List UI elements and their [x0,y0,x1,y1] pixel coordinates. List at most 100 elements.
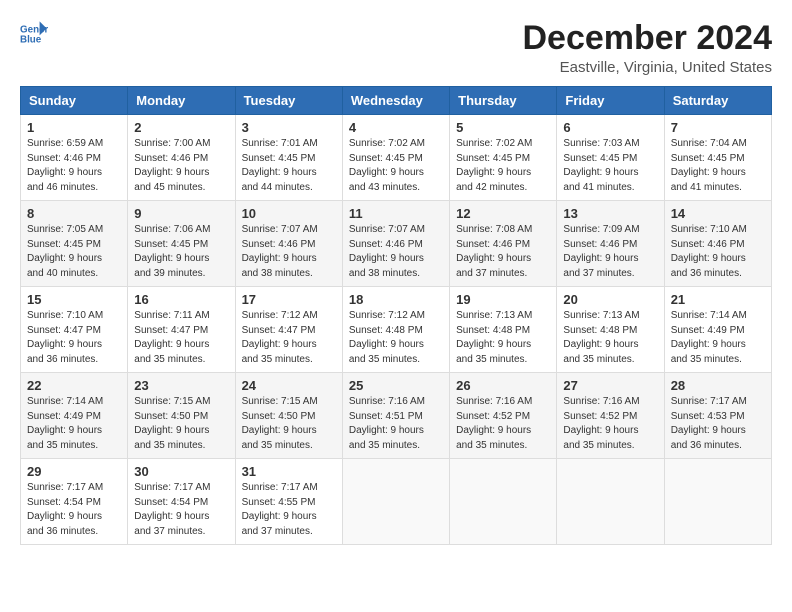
page-title: December 2024 [522,20,772,57]
day-number: 2 [134,120,228,135]
day-info: Sunrise: 7:14 AMSunset: 4:49 PMDaylight:… [671,309,765,367]
day-info: Sunrise: 6:59 AMSunset: 4:46 PMDaylight:… [27,137,121,195]
header-thursday: Thursday [450,87,557,115]
calendar-cell: 13 Sunrise: 7:09 AMSunset: 4:46 PMDayligh… [557,201,664,287]
day-info: Sunrise: 7:13 AMSunset: 4:48 PMDaylight:… [563,309,657,367]
calendar-cell: 17 Sunrise: 7:12 AMSunset: 4:47 PMDayligh… [235,287,342,373]
day-number: 30 [134,464,228,479]
header-tuesday: Tuesday [235,87,342,115]
day-number: 17 [242,292,336,307]
calendar-cell [342,459,449,545]
calendar-header-row: SundayMondayTuesdayWednesdayThursdayFrid… [21,87,772,115]
calendar-cell: 1Sunrise: 6:59 AMSunset: 4:46 PMDaylight… [21,115,128,201]
day-number: 19 [456,292,550,307]
day-info: Sunrise: 7:16 AMSunset: 4:52 PMDaylight:… [456,395,550,453]
calendar-cell: 22 Sunrise: 7:14 AMSunset: 4:49 PMDayligh… [21,373,128,459]
day-info: Sunrise: 7:04 AMSunset: 4:45 PMDaylight:… [671,137,765,195]
title-section: December 2024 Eastville, Virginia, Unite… [522,20,772,76]
day-info: Sunrise: 7:01 AMSunset: 4:45 PMDaylight:… [242,137,336,195]
calendar-cell: 27Sunrise: 7:16 AMSunset: 4:52 PMDayligh… [557,373,664,459]
day-number: 16 [134,292,228,307]
day-number: 20 [563,292,657,307]
day-info: Sunrise: 7:02 AMSunset: 4:45 PMDaylight:… [349,137,443,195]
day-info: Sunrise: 7:16 AMSunset: 4:51 PMDaylight:… [349,395,443,453]
calendar-cell: 20 Sunrise: 7:13 AMSunset: 4:48 PMDayligh… [557,287,664,373]
day-info: Sunrise: 7:09 AMSunset: 4:46 PMDaylight:… [563,223,657,281]
logo-icon: General Blue [20,20,48,48]
day-number: 7 [671,120,765,135]
calendar-cell: 7 Sunrise: 7:04 AMSunset: 4:45 PMDaylight… [664,115,771,201]
day-number: 8 [27,206,121,221]
calendar-cell: 23 Sunrise: 7:15 AMSunset: 4:50 PMDayligh… [128,373,235,459]
calendar-cell: 30 Sunrise: 7:17 AMSunset: 4:54 PMDayligh… [128,459,235,545]
day-info: Sunrise: 7:07 AMSunset: 4:46 PMDaylight:… [242,223,336,281]
calendar-cell: 29 Sunrise: 7:17 AMSunset: 4:54 PMDayligh… [21,459,128,545]
calendar-cell: 24Sunrise: 7:15 AMSunset: 4:50 PMDayligh… [235,373,342,459]
day-number: 5 [456,120,550,135]
day-number: 25 [349,378,443,393]
day-number: 15 [27,292,121,307]
header-wednesday: Wednesday [342,87,449,115]
day-info: Sunrise: 7:12 AMSunset: 4:48 PMDaylight:… [349,309,443,367]
calendar-cell: 2 Sunrise: 7:00 AMSunset: 4:46 PMDaylight… [128,115,235,201]
calendar-cell: 26 Sunrise: 7:16 AMSunset: 4:52 PMDayligh… [450,373,557,459]
page-header: General Blue December 2024 Eastville, Vi… [20,20,772,76]
day-number: 22 [27,378,121,393]
day-info: Sunrise: 7:17 AMSunset: 4:53 PMDaylight:… [671,395,765,453]
header-sunday: Sunday [21,87,128,115]
day-info: Sunrise: 7:17 AMSunset: 4:54 PMDaylight:… [134,481,228,539]
day-number: 23 [134,378,228,393]
calendar-cell: 4 Sunrise: 7:02 AMSunset: 4:45 PMDaylight… [342,115,449,201]
calendar-cell [664,459,771,545]
day-info: Sunrise: 7:07 AMSunset: 4:46 PMDaylight:… [349,223,443,281]
calendar-cell: 31Sunrise: 7:17 AMSunset: 4:55 PMDayligh… [235,459,342,545]
calendar-cell: 3 Sunrise: 7:01 AMSunset: 4:45 PMDaylight… [235,115,342,201]
svg-text:Blue: Blue [20,34,42,45]
logo: General Blue [20,20,48,48]
day-number: 9 [134,206,228,221]
calendar-cell: 14 Sunrise: 7:10 AMSunset: 4:46 PMDayligh… [664,201,771,287]
calendar-week-2: 8 Sunrise: 7:05 AMSunset: 4:45 PMDaylight… [21,201,772,287]
day-number: 21 [671,292,765,307]
day-info: Sunrise: 7:02 AMSunset: 4:45 PMDaylight:… [456,137,550,195]
day-number: 14 [671,206,765,221]
day-number: 10 [242,206,336,221]
day-number: 4 [349,120,443,135]
calendar-cell: 11Sunrise: 7:07 AMSunset: 4:46 PMDayligh… [342,201,449,287]
calendar-table: SundayMondayTuesdayWednesdayThursdayFrid… [20,86,772,545]
day-info: Sunrise: 7:11 AMSunset: 4:47 PMDaylight:… [134,309,228,367]
calendar-cell: 10 Sunrise: 7:07 AMSunset: 4:46 PMDayligh… [235,201,342,287]
calendar-cell: 8 Sunrise: 7:05 AMSunset: 4:45 PMDaylight… [21,201,128,287]
day-info: Sunrise: 7:08 AMSunset: 4:46 PMDaylight:… [456,223,550,281]
day-number: 26 [456,378,550,393]
page-subtitle: Eastville, Virginia, United States [522,59,772,76]
calendar-cell: 21 Sunrise: 7:14 AMSunset: 4:49 PMDayligh… [664,287,771,373]
day-number: 24 [242,378,336,393]
calendar-week-1: 1Sunrise: 6:59 AMSunset: 4:46 PMDaylight… [21,115,772,201]
day-number: 6 [563,120,657,135]
calendar-cell: 25 Sunrise: 7:16 AMSunset: 4:51 PMDayligh… [342,373,449,459]
day-number: 12 [456,206,550,221]
day-number: 29 [27,464,121,479]
day-info: Sunrise: 7:14 AMSunset: 4:49 PMDaylight:… [27,395,121,453]
day-info: Sunrise: 7:00 AMSunset: 4:46 PMDaylight:… [134,137,228,195]
calendar-week-5: 29 Sunrise: 7:17 AMSunset: 4:54 PMDayligh… [21,459,772,545]
day-info: Sunrise: 7:05 AMSunset: 4:45 PMDaylight:… [27,223,121,281]
header-friday: Friday [557,87,664,115]
calendar-cell: 6 Sunrise: 7:03 AMSunset: 4:45 PMDaylight… [557,115,664,201]
calendar-cell: 28Sunrise: 7:17 AMSunset: 4:53 PMDayligh… [664,373,771,459]
calendar-cell [557,459,664,545]
day-info: Sunrise: 7:03 AMSunset: 4:45 PMDaylight:… [563,137,657,195]
day-info: Sunrise: 7:15 AMSunset: 4:50 PMDaylight:… [134,395,228,453]
day-number: 18 [349,292,443,307]
day-number: 3 [242,120,336,135]
calendar-cell: 9Sunrise: 7:06 AMSunset: 4:45 PMDaylight… [128,201,235,287]
day-number: 13 [563,206,657,221]
calendar-cell: 15Sunrise: 7:10 AMSunset: 4:47 PMDayligh… [21,287,128,373]
header-monday: Monday [128,87,235,115]
day-info: Sunrise: 7:12 AMSunset: 4:47 PMDaylight:… [242,309,336,367]
day-info: Sunrise: 7:16 AMSunset: 4:52 PMDaylight:… [563,395,657,453]
day-info: Sunrise: 7:17 AMSunset: 4:54 PMDaylight:… [27,481,121,539]
day-info: Sunrise: 7:10 AMSunset: 4:46 PMDaylight:… [671,223,765,281]
calendar-week-3: 15Sunrise: 7:10 AMSunset: 4:47 PMDayligh… [21,287,772,373]
